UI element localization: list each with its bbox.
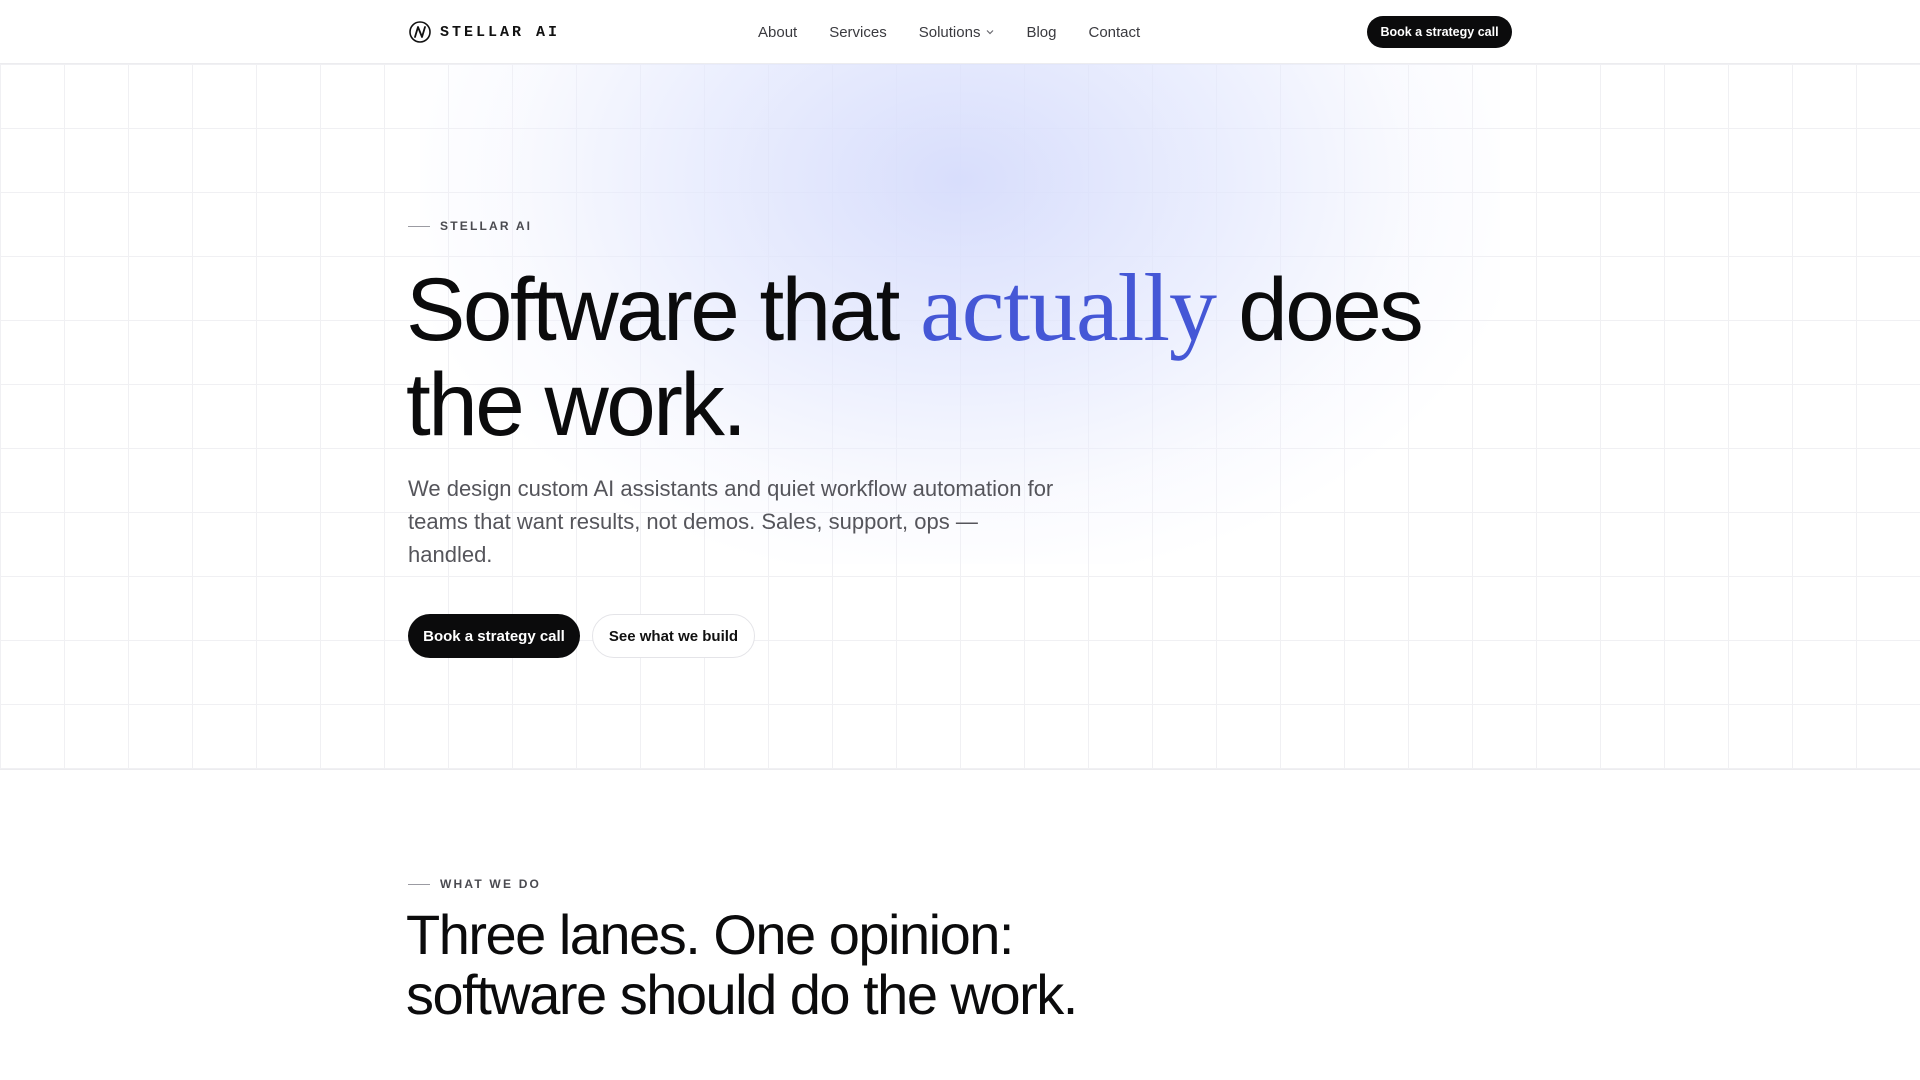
brand-name: STELLAR AI <box>440 23 561 41</box>
eyebrow-rule <box>408 225 430 227</box>
what-we-do-eyebrow-text: WHAT WE DO <box>440 877 542 891</box>
hero-eyebrow: STELLAR AI <box>408 219 532 233</box>
nav-item-label: Solutions <box>918 23 981 41</box>
nav-item-label: Blog <box>1026 23 1057 41</box>
main-nav: About Services Solutions Blog Contact <box>758 0 1140 64</box>
hero-title: Software that actually does the work. <box>406 260 1526 452</box>
header-book-call-button[interactable]: Book a strategy call <box>1367 16 1512 48</box>
eyebrow-rule <box>408 883 430 885</box>
hero-title-accent: actually <box>920 254 1217 361</box>
hero-section: STELLAR AI Software that actually does t… <box>0 64 1920 770</box>
nav-item-services[interactable]: Services <box>829 24 887 41</box>
nav-item-label: Services <box>829 23 887 41</box>
hero-eyebrow-text: STELLAR AI <box>440 219 533 233</box>
see-what-we-build-button[interactable]: See what we build <box>592 614 755 658</box>
nav-item-label: About <box>758 23 798 41</box>
stellar-logo-icon <box>409 21 431 43</box>
site-header: STELLAR AI About Services Solutions Blog… <box>0 0 1920 64</box>
landing-page: STELLAR AI About Services Solutions Blog… <box>0 0 1920 1080</box>
nav-item-blog[interactable]: Blog <box>1026 24 1056 41</box>
nav-item-solutions[interactable]: Solutions <box>919 24 995 41</box>
brand-logo-link[interactable]: STELLAR AI <box>408 20 560 44</box>
hero-book-call-button[interactable]: Book a strategy call <box>408 614 580 658</box>
hero-subtitle: We design custom AI assistants and quiet… <box>408 476 1054 567</box>
nav-item-about[interactable]: About <box>758 24 797 41</box>
chevron-down-icon <box>987 30 994 35</box>
what-we-do-eyebrow: WHAT WE DO <box>408 877 541 891</box>
nav-item-label: Contact <box>1088 23 1141 41</box>
hero-title-start: Software that <box>406 259 900 359</box>
what-we-do-title: Three lanes. One opinion: software shoul… <box>406 903 1078 1026</box>
nav-item-contact[interactable]: Contact <box>1088 24 1140 41</box>
